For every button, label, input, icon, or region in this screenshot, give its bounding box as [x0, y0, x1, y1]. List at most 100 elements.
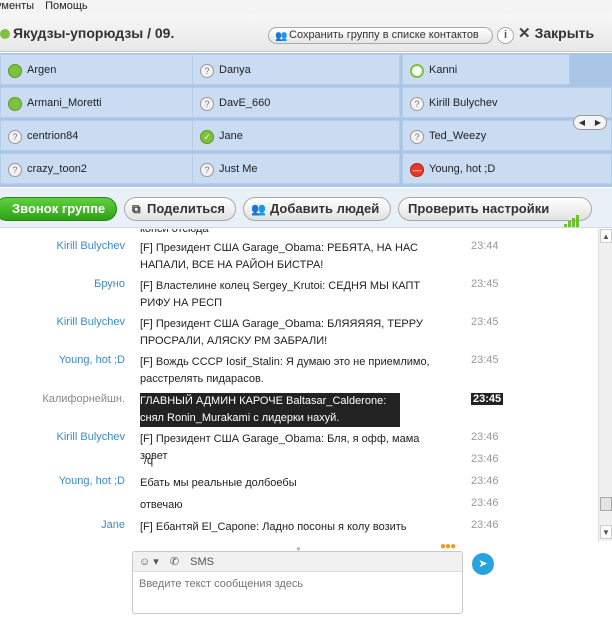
scroll-down-icon[interactable]: ▼ — [600, 525, 612, 539]
message-sender[interactable]: Young, hot ;D — [0, 475, 125, 487]
message-sender[interactable]: Калифорнейшн. — [0, 393, 125, 405]
message-time: 23:45 — [471, 354, 499, 366]
status-offline-icon: ? — [410, 130, 424, 144]
share-button[interactable]: ⧉ Поделиться — [124, 197, 236, 221]
message-time: 23:46 — [471, 475, 499, 487]
chevron-right-icon[interactable]: ▶ — [590, 116, 606, 129]
check-settings-button[interactable]: Проверить настройки — [398, 197, 592, 227]
participant-name: Just Me — [219, 163, 258, 175]
status-offline-icon: ? — [200, 64, 214, 78]
message-sender[interactable]: Бруно — [0, 278, 125, 290]
chat-header: Якудзы-упорюдзы / 09. 👥 Сохранить группу… — [0, 14, 612, 52]
status-away-icon — [410, 64, 424, 78]
participant-name: Danya — [219, 64, 251, 76]
send-icon: ➤ — [478, 558, 488, 570]
action-toolbar: Звонок группе ⧉ Поделиться 👥 Добавить лю… — [0, 188, 612, 228]
close-label: Закрыть — [534, 25, 595, 41]
participant-name: Young, hot ;D — [429, 163, 496, 175]
message-text: копси отсюда — [140, 229, 209, 235]
composer-area: ● ●●● ☺ ▾ ✆ SMS ➤ — [0, 541, 612, 618]
group-title: Якудзы-упорюдзы / 09. — [0, 25, 174, 41]
chevron-left-icon[interactable]: ◀ — [574, 116, 590, 129]
composer-toolbar: ☺ ▾ ✆ SMS — [133, 552, 462, 572]
message-text: [F] Властелине колец Sergey_Krutoi: СЕДН… — [140, 280, 421, 309]
participant-name: Argen — [27, 64, 57, 76]
status-online-icon: ✓ — [200, 130, 214, 144]
participant-name: centrion84 — [27, 130, 79, 142]
participant-name: Kirill Bulychev — [429, 97, 498, 109]
save-group-label: Сохранить группу в списке контактов — [289, 29, 479, 41]
save-group-button[interactable]: 👥 Сохранить группу в списке контактов — [268, 27, 493, 44]
sms-button[interactable]: ✆ SMS — [170, 556, 222, 568]
share-label: Поделиться — [147, 201, 226, 216]
call-group-label: Звонок группе — [12, 201, 106, 216]
scrollbar-thumb[interactable] — [600, 497, 612, 511]
add-people-button[interactable]: 👥 Добавить людей — [243, 197, 391, 221]
message-text: [F] Президент США Garage_Obama: РЕБЯТА, … — [140, 242, 418, 271]
message-time: 23:45 — [471, 278, 499, 290]
status-online-icon — [8, 97, 22, 111]
message-sender[interactable]: Kirill Bulychev — [0, 240, 125, 252]
message-time: 23:46 — [471, 453, 499, 465]
participants-grid: Argen ? Danya Kanni Armani_Moretti ? DavE_… — [0, 53, 612, 187]
menu-item-help[interactable]: Помощь — [45, 0, 88, 12]
chat-scrollbar[interactable]: ▲ ▼ — [598, 229, 612, 541]
participant-cell[interactable]: ? Just Me — [192, 153, 400, 184]
emoticon-picker-button[interactable]: ☺ ▾ — [139, 556, 159, 568]
menu-item-documents[interactable]: ументы — [0, 0, 34, 12]
message-text: /q — [144, 455, 154, 467]
participant-name: Ted_Weezy — [429, 130, 487, 142]
message-time: 23:45 — [471, 316, 499, 328]
share-icon: ⧉ — [132, 202, 141, 216]
status-offline-icon: ? — [8, 163, 22, 177]
close-button[interactable]: ✕ Закрыть — [518, 24, 594, 42]
message-sender[interactable]: Jane — [0, 519, 125, 531]
add-people-label: Добавить людей — [270, 201, 380, 216]
participant-cell[interactable]: ? crazy_toon2 — [0, 153, 199, 184]
message-time: 23:44 — [471, 240, 499, 252]
group-title-text: Якудзы-упорюдзы / 09. — [13, 25, 175, 41]
sms-icon: ✆ — [169, 556, 183, 568]
message-sender[interactable]: Kirill Bulychev — [0, 431, 125, 443]
menu-bar: ументы Помощь — [0, 0, 612, 14]
participant-cell[interactable]: ✓ Jane — [192, 120, 400, 151]
close-icon: ✕ — [518, 25, 531, 42]
message-composer: ☺ ▾ ✆ SMS — [132, 551, 463, 614]
message-text: Ебать мы реальные долбоебы — [140, 477, 297, 489]
add-people-icon: 👥 — [251, 202, 266, 216]
message-sender[interactable]: Kirill Bulychev — [0, 316, 125, 328]
status-offline-icon: ? — [200, 163, 214, 177]
message-time: 23:46 — [471, 431, 499, 443]
send-button[interactable]: ➤ — [472, 553, 494, 575]
info-button[interactable]: i — [497, 27, 514, 44]
message-text: отвечаю — [140, 499, 183, 511]
contacts-icon: 👥 — [275, 31, 288, 42]
participant-name: DavE_660 — [219, 97, 271, 109]
message-time: 23:46 — [471, 519, 499, 531]
participant-cell[interactable]: Kanni — [402, 54, 570, 85]
chat-history: копси отсюда Kirill Bulychev [F] Президе… — [0, 229, 598, 541]
participant-cell[interactable]: ? Danya — [192, 54, 400, 85]
participant-cell[interactable]: ? centrion84 — [0, 120, 199, 151]
status-offline-icon: ? — [8, 130, 22, 144]
participant-cell[interactable]: Armani_Moretti — [0, 87, 199, 118]
participant-cell[interactable]: ? DavE_660 — [192, 87, 400, 118]
participant-cell[interactable]: Argen — [0, 54, 199, 85]
participant-name: Jane — [219, 130, 243, 142]
check-settings-label: Проверить настройки — [408, 201, 550, 216]
scroll-up-icon[interactable]: ▲ — [600, 229, 612, 243]
participant-name: Kanni — [429, 64, 458, 76]
signal-strength-icon — [563, 205, 579, 227]
participant-cell[interactable]: ? Kirill Bulychev — [402, 87, 612, 118]
message-input[interactable] — [139, 578, 457, 590]
message-text: [F] Президент США Garage_Obama: БЛЯЯЯЯЯ,… — [140, 318, 423, 347]
message-time: 23:45 — [471, 393, 504, 405]
status-offline-icon: ? — [200, 97, 214, 111]
status-offline-icon: ? — [410, 97, 424, 111]
status-online-icon — [8, 64, 22, 78]
message-text: ГЛАВНЫЙ АДМИН КАРОЧЕ Baltasar_Calderone:… — [140, 393, 400, 427]
call-group-button[interactable]: Звонок группе — [0, 197, 117, 221]
participant-cell[interactable]: — Young, hot ;D — [402, 153, 612, 184]
participant-name: crazy_toon2 — [27, 163, 87, 175]
message-sender[interactable]: Young, hot ;D — [0, 354, 125, 366]
